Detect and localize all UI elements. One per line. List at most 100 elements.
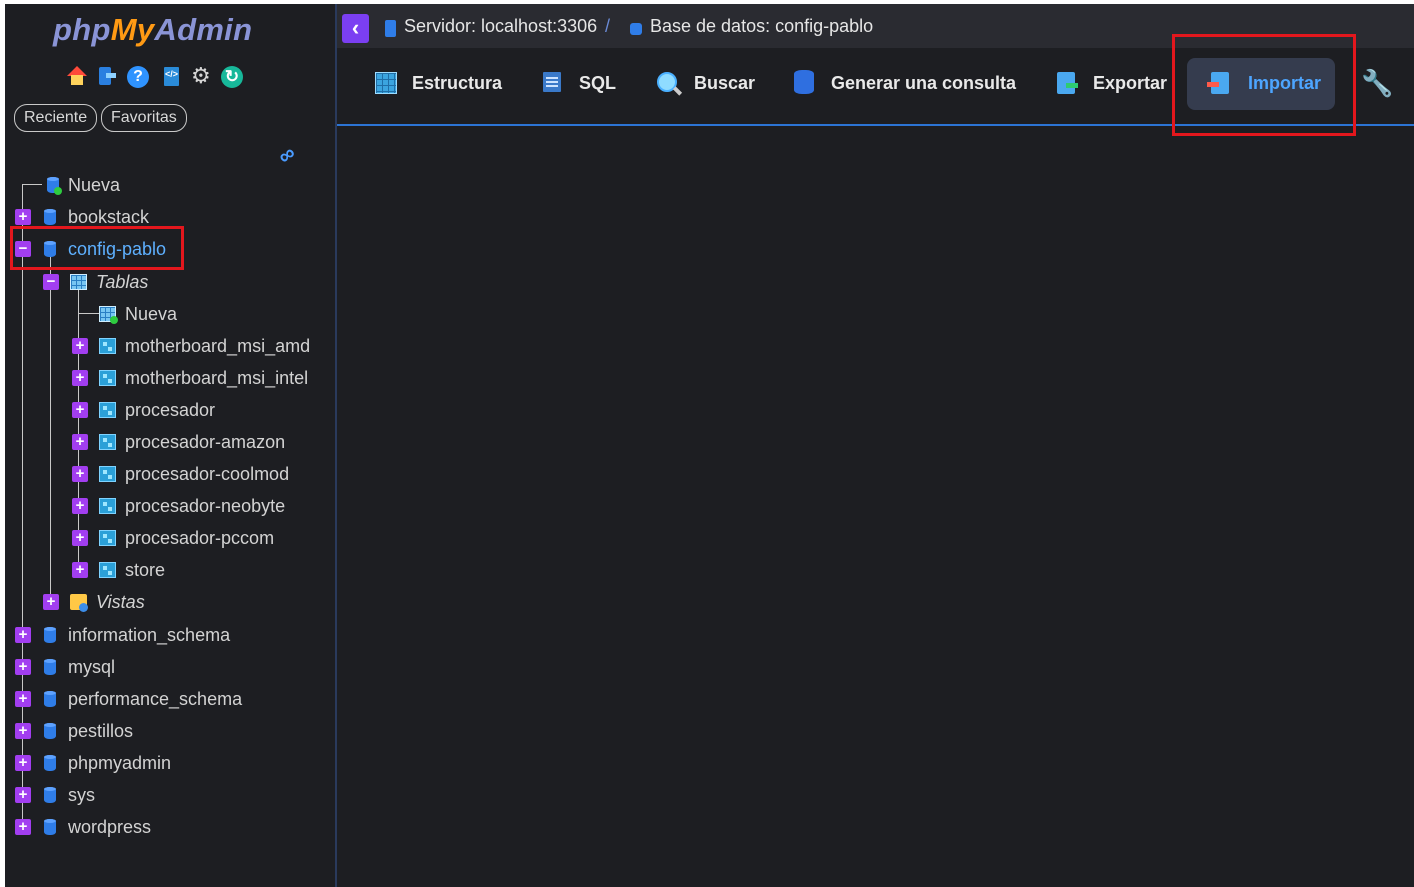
table-icon: [99, 402, 116, 418]
logo-text-php: php: [53, 12, 111, 47]
phpmyadmin-logo[interactable]: phpMyAdmin: [53, 12, 252, 48]
tree-item-database[interactable]: + sys: [5, 783, 325, 807]
database-icon: [44, 819, 56, 835]
server-icon: [385, 20, 396, 37]
views-icon: [70, 594, 88, 612]
expand-icon[interactable]: +: [72, 562, 88, 578]
tree-item-label: procesador-amazon: [125, 432, 286, 452]
table-icon: [99, 338, 116, 354]
recent-tables-button[interactable]: Reciente: [14, 104, 98, 132]
add-badge-icon: [110, 316, 118, 324]
expand-icon[interactable]: +: [72, 530, 88, 546]
tab-label: Generar una consulta: [831, 73, 1017, 93]
database-icon: [44, 787, 56, 803]
tree-item-database[interactable]: + information_schema: [5, 623, 325, 647]
tree-item-label: information_schema: [68, 625, 231, 645]
tree-item-label: Vistas: [96, 592, 145, 612]
logout-icon[interactable]: [97, 66, 117, 86]
expand-icon[interactable]: +: [43, 594, 59, 610]
expand-icon[interactable]: +: [15, 723, 31, 739]
tree-item-label: procesador-coolmod: [125, 464, 290, 484]
home-icon[interactable]: [67, 66, 87, 86]
tree-item-label: Tablas: [96, 272, 149, 292]
settings-gear-icon[interactable]: ⚙: [191, 65, 211, 87]
tree-item-label: procesador-neobyte: [125, 496, 286, 516]
highlight-box: [1172, 34, 1356, 136]
documentation-icon[interactable]: </>: [161, 66, 181, 86]
database-icon: [44, 209, 56, 225]
tree-item-table[interactable]: + store: [5, 558, 325, 582]
tree-item-table[interactable]: + procesador-pccom: [5, 526, 325, 550]
tree-item-label: phpmyadmin: [68, 753, 172, 773]
link-icon[interactable]: ∞: [273, 140, 301, 170]
database-icon: [44, 755, 56, 771]
tree-item-database[interactable]: + phpmyadmin: [5, 751, 325, 775]
tree-item-table[interactable]: + motherboard_msi_intel: [5, 366, 325, 390]
tab-operaciones[interactable]: 🔧: [1357, 58, 1407, 110]
sql-icon: [543, 72, 561, 92]
table-icon: [99, 434, 116, 450]
expand-icon[interactable]: +: [72, 434, 88, 450]
help-icon[interactable]: ?: [127, 66, 149, 88]
tree-item-table[interactable]: + procesador-coolmod: [5, 462, 325, 486]
expand-icon[interactable]: +: [15, 819, 31, 835]
tree-item-table[interactable]: + procesador-amazon: [5, 430, 325, 454]
tree-item-label: mysql: [68, 657, 116, 677]
main-content-area: [337, 126, 1414, 887]
tree-item-table[interactable]: + motherboard_msi_amd: [5, 334, 325, 358]
expand-icon[interactable]: +: [15, 755, 31, 771]
expand-icon[interactable]: +: [15, 627, 31, 643]
tab-buscar[interactable]: Buscar: [649, 58, 769, 110]
tree-item-label: motherboard_msi_amd: [125, 336, 311, 356]
tree-item-database[interactable]: + wordpress: [5, 815, 325, 839]
tab-sql[interactable]: SQL: [537, 58, 627, 110]
tree-item-new-database[interactable]: Nueva: [5, 173, 325, 197]
breadcrumb-separator: /: [605, 16, 611, 36]
search-icon: [657, 72, 677, 92]
expand-icon[interactable]: +: [72, 370, 88, 386]
tree-item-new-table[interactable]: Nueva: [5, 302, 325, 326]
expand-icon[interactable]: +: [15, 209, 31, 225]
expand-icon[interactable]: +: [72, 338, 88, 354]
logo-text-my: My: [110, 12, 155, 47]
tree-item-label: wordpress: [68, 817, 152, 837]
tree-item-database[interactable]: + mysql: [5, 655, 325, 679]
table-icon: [99, 562, 116, 578]
tree-item-label: motherboard_msi_intel: [125, 368, 309, 388]
tree-item-database[interactable]: + pestillos: [5, 719, 325, 743]
tree-item-tables-group[interactable]: − Tablas: [5, 270, 325, 294]
tree-item-table[interactable]: + procesador-neobyte: [5, 494, 325, 518]
tree-item-database[interactable]: + performance_schema: [5, 687, 325, 711]
database-icon: [44, 691, 56, 707]
breadcrumb-server-link[interactable]: Servidor: localhost:3306: [404, 16, 597, 37]
wrench-icon: 🔧: [1361, 68, 1394, 98]
tab-exportar[interactable]: Exportar: [1052, 58, 1177, 110]
highlight-box: [10, 226, 184, 270]
tree-item-table[interactable]: + procesador: [5, 398, 325, 422]
tab-generar-consulta[interactable]: Generar una consulta: [789, 58, 1024, 110]
add-badge-icon: [54, 187, 62, 195]
expand-icon[interactable]: +: [15, 787, 31, 803]
expand-icon[interactable]: +: [72, 466, 88, 482]
database-icon: [44, 723, 56, 739]
favorite-tables-button[interactable]: Favoritas: [101, 104, 187, 132]
tree-item-label: pestillos: [68, 721, 134, 741]
phpmyadmin-window: phpMyAdmin ? </> ⚙ ↻ Reciente Favoritas …: [5, 4, 1414, 887]
tree-item-label: Nueva: [125, 304, 178, 324]
tab-label: Buscar: [694, 73, 756, 93]
tree-item-views-group[interactable]: + Vistas: [5, 590, 325, 614]
tree-item-label: procesador-pccom: [125, 528, 275, 548]
reload-icon[interactable]: ↻: [221, 66, 243, 88]
breadcrumb-database-link[interactable]: Base de datos: config-pablo: [650, 16, 873, 37]
collapse-navigation-button[interactable]: ‹: [342, 14, 369, 43]
expand-icon[interactable]: +: [72, 402, 88, 418]
navigation-panel: phpMyAdmin ? </> ⚙ ↻ Reciente Favoritas …: [5, 4, 335, 887]
expand-icon[interactable]: +: [72, 498, 88, 514]
structure-icon: [375, 72, 397, 94]
collapse-icon[interactable]: −: [43, 274, 59, 290]
expand-icon[interactable]: +: [15, 659, 31, 675]
database-icon: [44, 659, 56, 675]
expand-icon[interactable]: +: [15, 691, 31, 707]
table-icon: [99, 466, 116, 482]
tab-estructura[interactable]: Estructura: [367, 58, 517, 110]
